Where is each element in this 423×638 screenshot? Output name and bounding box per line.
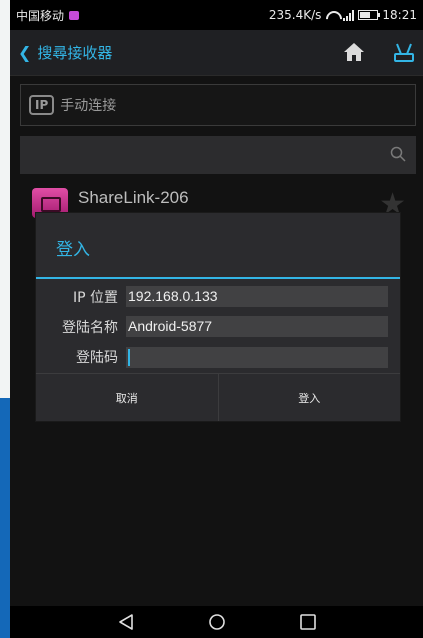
status-bar: 中国移动 235.4K/s 18:21 (10, 0, 423, 30)
network-speed: 235.4K/s (268, 8, 322, 22)
dialog-title: 登入 (56, 240, 90, 260)
home-icon[interactable] (343, 42, 365, 62)
page-title: 搜尋接收器 (37, 44, 113, 62)
login-code-field[interactable] (126, 347, 388, 368)
search-icon[interactable] (390, 146, 406, 162)
receiver-icon[interactable] (393, 42, 415, 64)
clock: 18:21 (382, 8, 417, 22)
search-input[interactable] (20, 136, 416, 174)
carrier-label: 中国移动 (16, 8, 65, 23)
back-chevron-icon[interactable]: ❮ (18, 43, 31, 62)
signal-icon (343, 9, 355, 21)
nav-home-icon[interactable] (208, 613, 226, 631)
wifi-icon (325, 10, 339, 21)
message-notification-icon (69, 10, 80, 20)
background-app-strip (0, 398, 10, 638)
dialog-buttons: 取消 登入 (36, 373, 400, 421)
login-name-label: 登陆名称 (62, 320, 118, 336)
status-indicators: 235.4K/s 18:21 (269, 8, 417, 22)
action-bar: ❮ 搜尋接收器 (10, 30, 423, 76)
ip-address-field[interactable]: 192.168.0.133 (126, 286, 388, 307)
cancel-button[interactable]: 取消 (36, 374, 218, 421)
login-dialog: 登入 IP 位置 192.168.0.133 登陆名称 Android-5877… (36, 213, 400, 421)
manual-connect-button[interactable]: IP 手动连接 (20, 84, 416, 126)
battery-icon (358, 10, 381, 20)
nav-back-icon[interactable] (117, 613, 135, 631)
login-name-field[interactable]: Android-5877 (126, 316, 388, 337)
login-button[interactable]: 登入 (217, 374, 401, 421)
manual-connect-label: 手动连接 (60, 98, 117, 114)
ip-address-label: IP 位置 (72, 290, 118, 306)
dialog-divider (36, 277, 400, 279)
text-cursor (128, 348, 130, 366)
ip-badge-icon: IP (29, 95, 55, 115)
phone-screen: 中国移动 235.4K/s 18:21 ❮ 搜尋接收器 IP 手动连接 Shar… (10, 0, 423, 638)
device-name: ShareLink-206 (78, 188, 189, 207)
nav-recents-icon[interactable] (299, 613, 317, 631)
navigation-bar (10, 606, 423, 638)
login-code-label: 登陆码 (76, 350, 118, 366)
